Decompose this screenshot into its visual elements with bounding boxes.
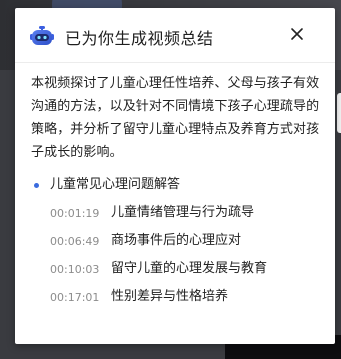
header-divider [15,62,335,63]
chapter-item[interactable]: 00:10:03 留守儿童的心理发展与教育 [32,260,322,288]
chapter-label[interactable]: 商场事件后的心理应对 [111,232,241,250]
chapter-section: 儿童常见心理问题解答 00:01:19 儿童情绪管理与行为疏导 00:06:49… [32,175,322,316]
robot-icon [30,26,54,46]
section-heading[interactable]: 儿童常见心理问题解答 [32,175,322,195]
chapter-label[interactable]: 性别差异与性格培养 [111,288,228,306]
chapter-timestamp[interactable]: 00:01:19 [50,204,111,223]
chapter-label[interactable]: 儿童情绪管理与行为疏导 [111,204,254,222]
side-tab-handle[interactable] [337,93,341,133]
section-title-label: 儿童常见心理问题解答 [50,177,181,192]
close-icon[interactable] [287,24,307,44]
bullet-icon [34,183,39,188]
dialog-title: 已为你生成视频总结 [65,29,214,48]
chapter-label[interactable]: 留守儿童的心理发展与教育 [111,260,267,278]
chapter-item[interactable]: 00:06:49 商场事件后的心理应对 [32,232,322,260]
summary-text: 本视频探讨了儿童心理任性培养、父母与孩子有效沟通的方法，以及针对不同情境下孩子心… [31,76,320,160]
chapter-timestamp[interactable]: 00:06:49 [50,232,111,251]
chapter-timestamp[interactable]: 00:17:01 [50,288,111,307]
video-summary-dialog: 已为你生成视频总结 本视频探讨了儿童心理任性培养、父母与孩子有效沟通的方法，以及… [15,8,335,344]
dialog-header: 已为你生成视频总结 [15,8,335,62]
chapter-item[interactable]: 00:01:19 儿童情绪管理与行为疏导 [32,204,322,232]
chapter-list: 00:01:19 儿童情绪管理与行为疏导 00:06:49 商场事件后的心理应对… [32,204,322,316]
chapter-item[interactable]: 00:17:01 性别差异与性格培养 [32,288,322,316]
chapter-timestamp[interactable]: 00:10:03 [50,260,111,279]
